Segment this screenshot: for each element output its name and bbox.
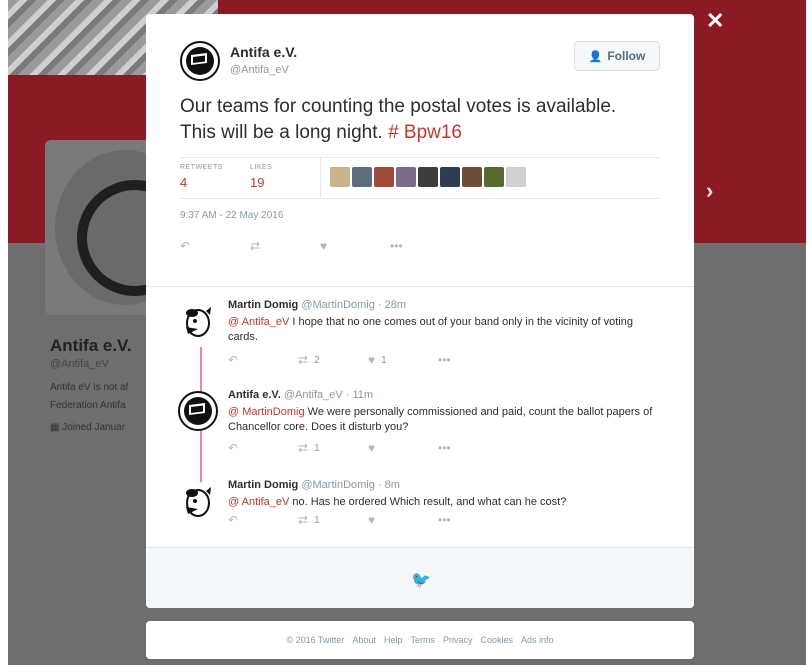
like-icon[interactable]: ♥ 1 [368, 353, 438, 367]
reply-handle: @Antifa_eV · 11m [283, 389, 374, 401]
author-avatar[interactable] [180, 41, 220, 81]
likes-stat[interactable]: LIKES 19 [250, 164, 272, 190]
author-avatar[interactable] [178, 391, 218, 431]
reply-icon[interactable]: ↶ [228, 513, 298, 527]
liker-avatar[interactable] [374, 167, 394, 187]
reply-actions: ↶ ⇄ 1 ♥ ••• [228, 441, 478, 455]
liker-avatar[interactable] [418, 167, 438, 187]
more-icon[interactable]: ••• [390, 239, 430, 253]
author-handle[interactable]: @Antifa_eV [230, 64, 289, 76]
twitter-bird-icon: 🐦 [411, 572, 431, 589]
tweet-actions: ↶ ⇄ ♥ ••• [180, 236, 430, 256]
like-icon[interactable]: ♥ [368, 513, 438, 527]
liker-avatar[interactable] [462, 167, 482, 187]
close-icon[interactable]: ✕ [706, 10, 724, 32]
footer-link-about[interactable]: About [352, 635, 376, 645]
liker-avatars [330, 167, 526, 187]
reply-icon[interactable]: ↶ [228, 441, 298, 455]
reply-text: @ MartinDomig We were personally commiss… [228, 406, 653, 433]
liker-avatar[interactable] [484, 167, 504, 187]
profile-handle: @Antifa_eV [50, 358, 109, 370]
more-icon[interactable]: ••• [438, 441, 478, 455]
likes-label: LIKES [250, 164, 273, 171]
liker-avatar[interactable] [396, 167, 416, 187]
retweet-icon[interactable]: ⇄ 1 [298, 513, 368, 527]
footer-link-terms[interactable]: Terms [410, 635, 435, 645]
like-icon[interactable]: ♥ [320, 239, 390, 253]
reply-text: @ Antifa_eV I hope that no one comes out… [228, 316, 633, 343]
copyright-text: © 2016 Twitter [286, 635, 345, 645]
likes-count: 19 [250, 175, 265, 190]
cartoon-avatar[interactable] [178, 481, 218, 521]
reply-author[interactable]: Antifa e.V. @Antifa_eV · 11m [228, 389, 373, 401]
more-icon[interactable]: ••• [438, 353, 478, 367]
profile-name: Antifa e.V. [50, 336, 132, 355]
liker-avatar[interactable] [330, 167, 350, 187]
replies-thread: Martin Domig @MartinDomig · 28m @ Antifa… [146, 287, 694, 547]
follow-label: Follow [607, 49, 646, 63]
footer-link-ads-info[interactable]: Ads info [521, 635, 554, 645]
tweet-modal: Antifa e.V. @Antifa_eV 👤 Follow Our team… [146, 14, 694, 608]
add-user-icon: 👤 [588, 50, 603, 63]
footer-link-privacy[interactable]: Privacy [443, 635, 473, 645]
cartoon-avatar[interactable] [178, 301, 218, 341]
joined-text: Joined Januar [62, 422, 126, 433]
liker-avatar[interactable] [506, 167, 526, 187]
reply-text: @ Antifa_eV no. Has he ordered Which res… [228, 496, 567, 508]
retweets-count: 4 [180, 175, 188, 190]
profile-bio-line: Antifa eV is not af [50, 382, 129, 393]
tweet-stats: RETWEETS 4 LIKES 19 [180, 157, 660, 199]
retweet-icon[interactable]: ⇄ [250, 239, 320, 253]
footer-link-help[interactable]: Help [384, 635, 403, 645]
next-tweet-icon[interactable]: › [706, 180, 713, 202]
permalink-tweet: Antifa e.V. @Antifa_eV 👤 Follow Our team… [146, 14, 694, 286]
liker-avatar[interactable] [352, 167, 372, 187]
footer-link-cookies[interactable]: Cookies [481, 635, 514, 645]
profile-bio-line: Federation Antifa [50, 400, 126, 411]
reply-author[interactable]: Martin Domig @MartinDomig · 8m [228, 479, 400, 491]
stats-divider [320, 158, 321, 198]
liker-avatar[interactable] [440, 167, 460, 187]
reply-actions: ↶ ⇄ 1 ♥ ••• [228, 513, 478, 527]
reply-handle: @MartinDomig · 28m [301, 299, 407, 311]
mention-link[interactable]: @ Antifa_eV [228, 496, 289, 508]
tweet-text: Our teams for counting the postal votes … [180, 94, 650, 146]
mention-link[interactable]: @ MartinDomig [228, 406, 305, 418]
retweet-icon[interactable]: ⇄ 1 [298, 441, 368, 455]
reply-icon[interactable]: ↶ [180, 239, 250, 253]
reply-actions: ↶ ⇄ 2 ♥ 1 ••• [228, 353, 478, 367]
hashtag-link[interactable]: # Bpw16 [388, 122, 462, 143]
site-footer: © 2016 Twitter About Help Terms Privacy … [146, 621, 694, 659]
reply-tweet[interactable]: Martin Domig @MartinDomig · 8m @ Antifa_… [146, 467, 694, 557]
retweet-icon[interactable]: ⇄ 2 [298, 353, 368, 367]
profile-joined: ▦ Joined Januar [50, 422, 126, 433]
like-icon[interactable]: ♥ [368, 441, 438, 455]
reply-handle: @MartinDomig · 8m [301, 479, 400, 491]
retweets-label: RETWEETS [180, 164, 223, 171]
author-name[interactable]: Antifa e.V. [230, 44, 297, 60]
follow-button[interactable]: 👤 Follow [574, 41, 660, 71]
modal-footer: 🐦 [146, 547, 694, 608]
reply-icon[interactable]: ↶ [228, 353, 298, 367]
tweet-timestamp[interactable]: 9:37 AM - 22 May 2016 [180, 210, 283, 221]
more-icon[interactable]: ••• [438, 513, 478, 527]
reply-author[interactable]: Martin Domig @MartinDomig · 28m [228, 299, 406, 311]
reply-tweet[interactable]: Martin Domig @MartinDomig · 28m @ Antifa… [146, 287, 694, 377]
mention-link[interactable]: @ Antifa_eV [228, 316, 289, 328]
reply-tweet[interactable]: Antifa e.V. @Antifa_eV · 11m @ MartinDom… [146, 377, 694, 467]
retweets-stat[interactable]: RETWEETS 4 [180, 164, 223, 190]
